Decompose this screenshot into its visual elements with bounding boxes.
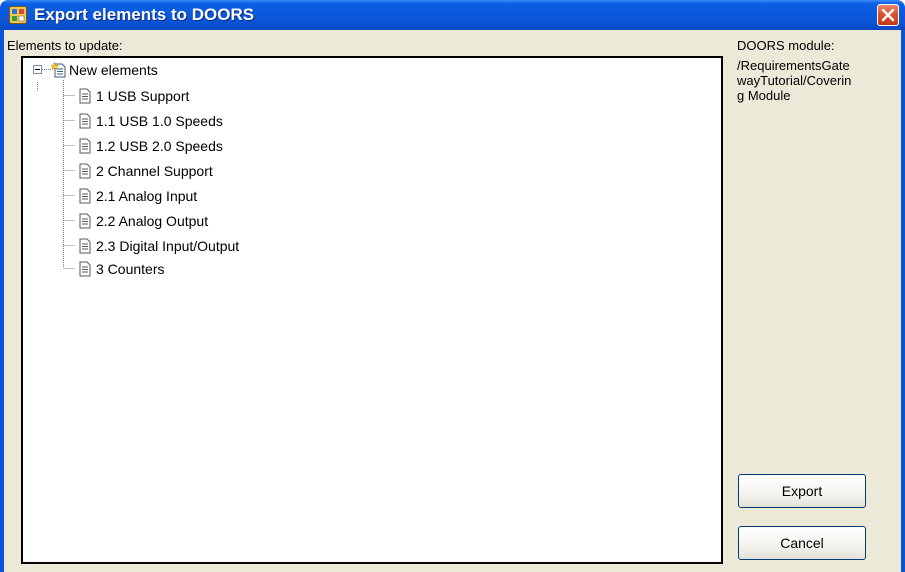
cancel-button[interactable]: Cancel <box>738 526 866 560</box>
document-icon <box>77 238 93 254</box>
document-icon <box>77 261 93 277</box>
tree-item-label: 1.2 USB 2.0 Speeds <box>96 138 223 154</box>
document-icon <box>77 188 93 204</box>
tree-item-label: 1 USB Support <box>96 88 190 104</box>
tree-item-label: 2.3 Digital Input/Output <box>96 238 240 254</box>
elements-to-update-label: Elements to update: <box>7 38 123 53</box>
document-icon <box>77 138 93 154</box>
new-elements-icon <box>50 61 67 78</box>
collapse-toggle-icon[interactable] <box>33 65 42 74</box>
title-bar[interactable]: Export elements to DOORS <box>0 0 905 30</box>
tree-item-label: 2 Channel Support <box>96 163 213 179</box>
doors-app-icon <box>9 6 27 24</box>
tree-root-label: New elements <box>69 62 158 78</box>
tree-item-label: 1.1 USB 1.0 Speeds <box>96 113 223 129</box>
tree-item-label: 2.1 Analog Input <box>96 188 198 204</box>
dialog-client-area: Elements to update: New elements 1 USB S… <box>4 30 901 572</box>
doors-module-label: DOORS module: <box>737 38 835 53</box>
document-icon <box>77 113 93 129</box>
document-icon <box>77 88 93 104</box>
tree-item-label: 3 Counters <box>96 261 165 277</box>
close-button[interactable] <box>877 4 899 26</box>
doors-module-path: /RequirementsGatewayTutorial/Covering Mo… <box>737 58 852 103</box>
tree-item-label: 2.2 Analog Output <box>96 213 209 229</box>
window-title: Export elements to DOORS <box>34 5 255 24</box>
export-dialog-window: Export elements to DOORS Elements to upd… <box>0 0 905 572</box>
document-icon <box>77 163 93 179</box>
elements-tree-view[interactable]: New elements 1 USB Support 1.1 USB 1.0 S… <box>21 56 723 564</box>
export-button[interactable]: Export <box>738 474 866 508</box>
document-icon <box>77 213 93 229</box>
